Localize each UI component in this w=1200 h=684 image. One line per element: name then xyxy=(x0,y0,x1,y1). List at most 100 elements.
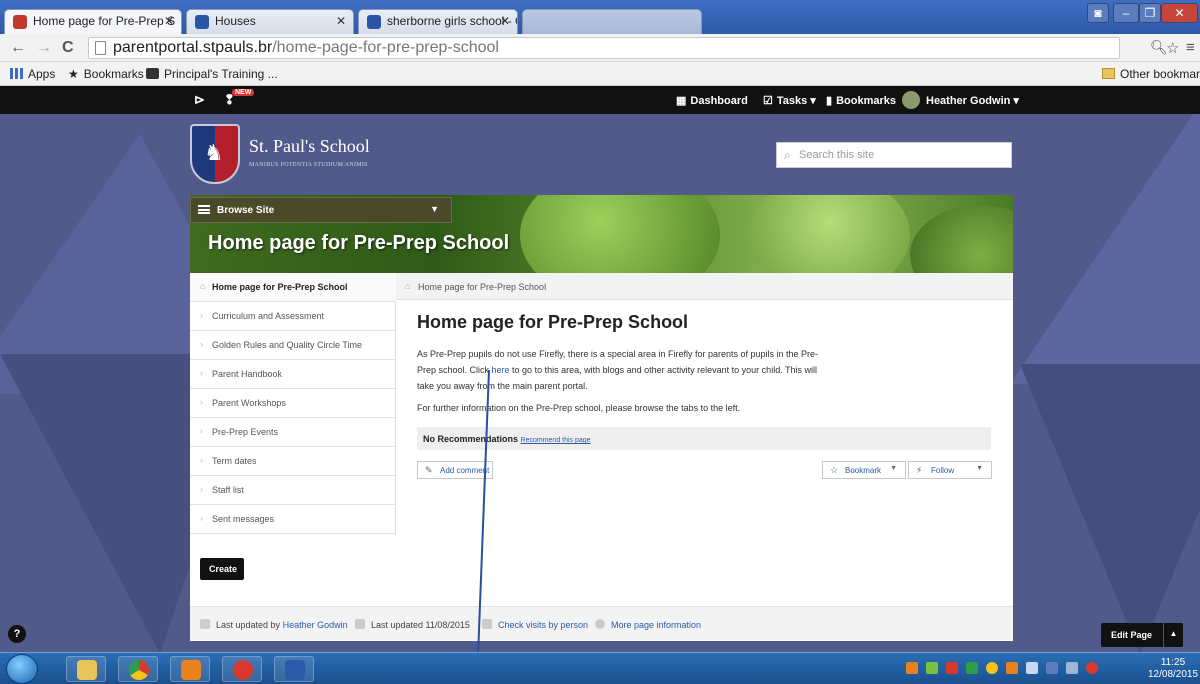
tray-icon[interactable] xyxy=(1026,662,1038,674)
bookmark-bookmarks[interactable]: ★ Bookmarks xyxy=(68,67,144,81)
taskbar-chrome[interactable] xyxy=(118,656,158,682)
lightning-icon: ⚡︎ xyxy=(916,465,923,475)
url-input[interactable]: parentportal.stpauls.br/home-page-for-pr… xyxy=(88,37,1120,59)
site-search-input[interactable]: ⌕ Search this site xyxy=(776,142,1012,168)
home-icon: ⌂ xyxy=(200,281,206,291)
caret-up-icon[interactable]: ▲ xyxy=(1163,623,1183,647)
close-icon[interactable]: ✕ xyxy=(164,14,174,28)
sidebar-item-parent-handbook[interactable]: › Parent Handbook xyxy=(190,360,396,389)
tab-title: sherborne girls school - G xyxy=(387,14,518,28)
breadcrumb-item[interactable]: Home page for Pre-Prep School xyxy=(418,282,546,292)
user-menu[interactable]: Heather Godwin ▾ xyxy=(902,91,1019,109)
caret-down-icon: ▾ xyxy=(1010,95,1019,107)
bookmark-button[interactable]: ☆ Bookmark ▼ xyxy=(822,461,906,479)
tray-icon[interactable] xyxy=(966,662,978,674)
tray-icon[interactable] xyxy=(986,662,998,674)
apps-grid-icon xyxy=(10,68,23,79)
firefly-top-bar: ⊳ ❢ NEW ▦ Dashboard ☑ Tasks ▾ ▮ Bookmarks H… xyxy=(0,86,1200,114)
minimize-icon[interactable]: – xyxy=(1113,3,1139,23)
school-crest-logo[interactable]: ♞ xyxy=(190,124,240,184)
sidebar-item-curriculum[interactable]: › Curriculum and Assessment xyxy=(190,302,396,331)
school-name[interactable]: St. Paul's School xyxy=(249,136,370,157)
tab-houses[interactable]: Houses ✕ xyxy=(186,9,354,34)
sidebar-item-parent-workshops[interactable]: › Parent Workshops xyxy=(190,389,396,418)
here-link[interactable]: here xyxy=(492,365,510,375)
folder-icon xyxy=(1102,68,1115,79)
bookmarks-link[interactable]: ▮ Bookmarks xyxy=(826,94,896,107)
close-icon[interactable]: ✕ xyxy=(336,14,346,28)
taskbar-outlook[interactable] xyxy=(170,656,210,682)
close-window-icon[interactable]: ✕ xyxy=(1161,3,1198,23)
sidebar-item-golden-rules[interactable]: › Golden Rules and Quality Circle Time xyxy=(190,331,396,360)
add-comment-button[interactable]: ✎ Add comment xyxy=(417,461,493,479)
browse-site-dropdown[interactable]: Browse Site ▼ xyxy=(190,197,452,223)
close-icon[interactable]: ✕ xyxy=(500,14,510,28)
help-button[interactable]: ? xyxy=(8,625,26,643)
grid-icon: ▦ xyxy=(676,95,687,107)
restore-icon[interactable]: ❐ xyxy=(1139,3,1161,23)
system-clock[interactable]: 11:25 12/08/2015 xyxy=(1148,657,1198,681)
tasks-menu[interactable]: ☑ Tasks ▾ xyxy=(763,94,816,107)
tray-icon[interactable] xyxy=(1046,662,1058,674)
tray-icon[interactable] xyxy=(906,662,918,674)
reload-icon[interactable]: C xyxy=(62,39,74,57)
create-button[interactable]: Create xyxy=(200,558,244,580)
chart-icon xyxy=(482,619,492,629)
tab-blurred[interactable] xyxy=(522,9,702,34)
taskbar-app[interactable] xyxy=(222,656,262,682)
banner-title: Home page for Pre-Prep School xyxy=(208,232,510,254)
tab-sherborne[interactable]: sherborne girls school - G ✕ xyxy=(358,9,518,34)
back-arrow-icon[interactable]: ← xyxy=(10,39,26,57)
caret-down-icon: ▼ xyxy=(890,465,897,472)
calendar-icon xyxy=(355,619,365,629)
dashboard-link[interactable]: ▦ Dashboard xyxy=(676,94,748,107)
tray-icon[interactable] xyxy=(946,662,958,674)
page-title: Home page for Pre-Prep School xyxy=(417,312,689,332)
tray-icon[interactable] xyxy=(926,662,938,674)
bookmarks-bar: Apps ★ Bookmarks Principal's Training ...… xyxy=(0,62,1200,86)
tray-icon[interactable] xyxy=(1006,662,1018,674)
sidebar-item-home[interactable]: ⌂ Home page for Pre-Prep School xyxy=(190,273,396,302)
firefly-logo-icon[interactable]: ⊳ xyxy=(194,92,205,108)
check-visits-link[interactable]: Check visits by person xyxy=(482,619,588,630)
url-host: parentportal.stpauls.br xyxy=(113,39,273,56)
start-button[interactable] xyxy=(6,654,38,684)
page-footer: Last updated by Heather Godwin Last upda… xyxy=(190,606,1013,640)
updated-by-link[interactable]: Heather Godwin xyxy=(283,620,348,630)
bookmark-principals-training[interactable]: Principal's Training ... xyxy=(146,67,278,81)
chevron-right-icon: › xyxy=(200,339,203,349)
side-navigation: ⌂ Home page for Pre-Prep School › Curricul… xyxy=(190,273,396,535)
follow-button[interactable]: ⚡︎ Follow ▼ xyxy=(908,461,992,479)
volume-icon[interactable] xyxy=(1086,662,1098,674)
more-info-link[interactable]: More page information xyxy=(595,619,701,630)
chevron-right-icon: › xyxy=(200,397,203,407)
sidebar-item-pre-prep-events[interactable]: › Pre-Prep Events xyxy=(190,418,396,447)
page-icon xyxy=(95,41,106,55)
info-icon xyxy=(595,619,605,629)
word-icon xyxy=(285,660,305,680)
checkbox-icon: ☑ xyxy=(763,95,773,107)
taskbar-explorer[interactable] xyxy=(66,656,106,682)
menu-icon[interactable]: ≡ xyxy=(1186,39,1195,56)
chevron-right-icon: › xyxy=(200,368,203,378)
sidebar-item-term-dates[interactable]: › Term dates xyxy=(190,447,396,476)
chrome-icon xyxy=(129,660,149,680)
google-favicon-icon xyxy=(367,15,381,29)
edit-page-button[interactable]: Edit Page ▲ xyxy=(1101,623,1183,647)
menu-icon xyxy=(198,205,210,214)
browser-tab-strip: Home page for Pre-Prep S ✕ Houses ✕ sher… xyxy=(0,0,1200,34)
recommendations-bar: No Recommendations Recommend this page xyxy=(417,427,991,450)
tab-home-page[interactable]: Home page for Pre-Prep S ✕ xyxy=(4,9,182,34)
forward-arrow-icon[interactable]: → xyxy=(36,39,52,57)
info-paragraph: For further information on the Pre-Prep … xyxy=(417,403,741,413)
sidebar-item-staff-list[interactable]: › Staff list xyxy=(190,476,396,505)
other-bookmarks[interactable]: Other bookmarks xyxy=(1102,67,1200,81)
taskbar-word[interactable] xyxy=(274,656,314,682)
user-icon[interactable]: ◙ xyxy=(1087,3,1109,23)
chevron-right-icon: › xyxy=(200,310,203,320)
star-icon[interactable]: ☆ xyxy=(1166,39,1179,57)
tray-icon[interactable] xyxy=(1066,662,1078,674)
bookmark-apps[interactable]: Apps xyxy=(10,67,55,81)
sidebar-item-sent-messages[interactable]: › Sent messages xyxy=(190,505,396,534)
recommend-link[interactable]: Recommend this page xyxy=(521,437,591,444)
